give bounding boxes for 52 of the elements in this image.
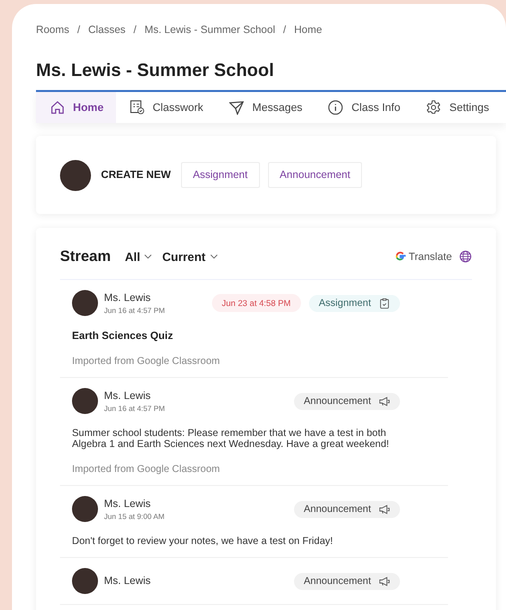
create-new-label: CREATE NEW [101, 169, 171, 181]
author-name: Ms. Lewis [104, 575, 151, 587]
post-type-label: Announcement [304, 576, 371, 586]
post-type-label: Announcement [304, 396, 371, 406]
post-source-note: Imported from Google Classroom [72, 464, 221, 475]
send-icon [229, 100, 244, 115]
checklist-icon [130, 100, 145, 115]
post-title: Earth Sciences Quiz [72, 330, 174, 342]
nav-tab[interactable]: Settings [412, 92, 502, 123]
due-date-badge: Jun 23 at 4:58 PM [212, 294, 301, 312]
home-icon [50, 100, 65, 115]
create-button[interactable]: Assignment [180, 162, 260, 188]
chevron-down-icon [144, 254, 152, 259]
avatar [60, 160, 91, 190]
filter-dropdown[interactable]: Current [162, 250, 218, 264]
nav-tab[interactable]: Classwork [116, 92, 216, 123]
clipboard-check-icon [379, 298, 390, 308]
post-type-label: Assignment [318, 298, 371, 308]
author-name: Ms. Lewis [104, 292, 152, 304]
megaphone-icon [379, 396, 390, 406]
nav-tab[interactable]: Class Info [314, 92, 412, 123]
avatar [72, 568, 98, 594]
stream-title: Stream [60, 248, 111, 265]
breadcrumb-link[interactable]: Ms. Lewis - Summer School [144, 24, 276, 36]
author-name: Ms. Lewis [104, 498, 152, 510]
post-body: Summer school students: Please remember that we have a test in both Algebra 1 and Earth Sciences next Wednesday. Have a great weekend! [72, 428, 390, 450]
post-type-label: Announcement [304, 504, 371, 514]
translate-button[interactable]: Translate [406, 250, 459, 262]
author-name: Ms. Lewis [104, 390, 152, 402]
settings-icon [426, 100, 442, 115]
filter-dropdown[interactable]: All [124, 250, 152, 264]
breadcrumb-separator: / [77, 24, 80, 36]
page-title: Ms. Lewis - Summer School [36, 60, 276, 81]
globe-icon[interactable] [459, 250, 472, 263]
nav-tab[interactable]: Home [36, 92, 116, 123]
breadcrumb-link[interactable]: Home [294, 24, 322, 36]
breadcrumb-separator: / [134, 24, 136, 36]
chevron-down-icon [210, 254, 218, 259]
nav-tab[interactable]: Messages [215, 92, 314, 123]
breadcrumb-link[interactable]: Rooms [36, 24, 70, 36]
breadcrumb-separator: / [283, 24, 286, 36]
megaphone-icon [379, 504, 390, 514]
post-body: Don't forget to review your notes, we have a test on Friday! [72, 536, 334, 547]
breadcrumb-link[interactable]: Classes [88, 24, 126, 36]
avatar [72, 290, 98, 316]
post-source-note: Imported from Google Classroom [72, 356, 221, 367]
megaphone-icon [379, 576, 390, 586]
create-button[interactable]: Announcement [268, 162, 362, 188]
avatar [72, 388, 98, 414]
avatar [72, 496, 98, 522]
g-logo-icon [394, 251, 406, 262]
info-icon [328, 100, 344, 115]
